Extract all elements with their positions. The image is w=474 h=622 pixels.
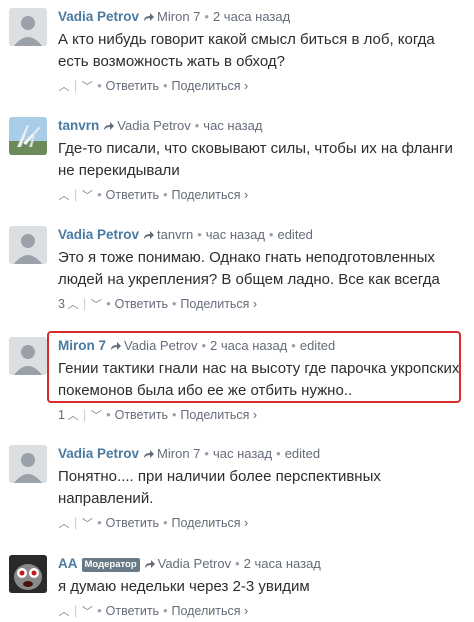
timestamp[interactable]: час назад bbox=[213, 446, 272, 461]
timestamp[interactable]: 2 часа назад bbox=[244, 556, 321, 571]
moderator-badge: Модератор bbox=[81, 558, 140, 572]
comment-text: Где-то писали, что сковывают силы, чтобы… bbox=[58, 140, 453, 179]
timestamp[interactable]: час назад bbox=[206, 227, 265, 242]
edited-label: edited bbox=[277, 227, 313, 242]
user-avatar[interactable] bbox=[9, 226, 47, 264]
comment-text: А кто нибудь говорит какой смысл биться … bbox=[58, 31, 435, 70]
downvote-icon[interactable]: ﹀ bbox=[81, 515, 93, 533]
comment-footer: ︿ | ﹀ • Ответить • Поделиться › bbox=[58, 602, 466, 621]
reply-to-name[interactable]: Vadia Petrov bbox=[158, 556, 231, 571]
user-avatar[interactable] bbox=[9, 445, 47, 483]
user-avatar[interactable] bbox=[9, 8, 47, 46]
downvote-icon[interactable]: ﹀ bbox=[81, 187, 93, 205]
vote-count: 3 bbox=[58, 297, 65, 311]
comment-text: Понятно.... при наличии более перспектив… bbox=[58, 468, 381, 507]
comment-meta: AA Модератор Vadia Petrov • 2 часа назад bbox=[58, 556, 321, 572]
timestamp[interactable]: час назад bbox=[203, 118, 262, 133]
reply-to-name[interactable]: tanvrn bbox=[157, 227, 193, 242]
upvote-icon[interactable]: ︿ bbox=[58, 603, 70, 621]
upvote-icon[interactable]: ︿ bbox=[67, 407, 79, 425]
comment-meta: tanvrn Vadia Petrov • час назад bbox=[58, 118, 263, 133]
author-name[interactable]: Miron 7 bbox=[58, 338, 106, 353]
edited-label: edited bbox=[284, 446, 321, 461]
author-name[interactable]: Vadia Petrov bbox=[58, 227, 139, 242]
author-name[interactable]: Vadia Petrov bbox=[58, 9, 139, 24]
downvote-icon[interactable]: ﹀ bbox=[90, 296, 102, 314]
downvote-icon[interactable]: ﹀ bbox=[81, 603, 93, 621]
reply-to-name[interactable]: Miron 7 bbox=[157, 9, 200, 24]
comment-meta: Vadia Petrov Miron 7 • час назад • edited bbox=[58, 446, 321, 461]
user-avatar[interactable] bbox=[9, 117, 47, 155]
author-name[interactable]: Vadia Petrov bbox=[58, 446, 139, 461]
reply-button[interactable]: Ответить bbox=[106, 188, 159, 202]
user-avatar[interactable] bbox=[9, 555, 47, 593]
downvote-icon[interactable]: ﹀ bbox=[81, 78, 93, 96]
reply-arrow-icon bbox=[104, 122, 115, 130]
share-button[interactable]: Поделиться › bbox=[171, 604, 248, 618]
comment-text: Гении тактики гнали нас на высоту где па… bbox=[58, 360, 460, 399]
comment-meta: Vadia Petrov Miron 7 • 2 часа назад bbox=[58, 9, 291, 24]
edited-label: edited bbox=[299, 338, 336, 353]
vote-count: 1 bbox=[58, 408, 65, 422]
upvote-icon[interactable]: ︿ bbox=[58, 78, 70, 96]
reply-button[interactable]: Ответить bbox=[106, 79, 159, 93]
share-button[interactable]: Поделиться › bbox=[171, 516, 248, 530]
comment-footer: ︿ | ﹀ • Ответить • Поделиться › bbox=[58, 514, 466, 533]
downvote-icon[interactable]: ﹀ bbox=[90, 407, 102, 425]
comment-text: я думаю недельки через 2-3 увидим bbox=[58, 578, 310, 595]
author-name[interactable]: tanvrn bbox=[58, 118, 99, 133]
reply-to-name[interactable]: Miron 7 bbox=[157, 446, 200, 461]
reply-button[interactable]: Ответить bbox=[115, 408, 168, 422]
reply-arrow-icon bbox=[144, 450, 155, 458]
reply-arrow-icon bbox=[144, 560, 155, 568]
reply-button[interactable]: Ответить bbox=[106, 604, 159, 618]
comment-footer: ︿ | ﹀ • Ответить • Поделиться › bbox=[58, 186, 466, 205]
upvote-icon[interactable]: ︿ bbox=[58, 515, 70, 533]
user-avatar[interactable] bbox=[9, 337, 47, 375]
reply-to-name[interactable]: Vadia Petrov bbox=[124, 338, 197, 353]
author-name[interactable]: AA bbox=[58, 556, 78, 571]
comment-footer: 1 ︿ | ﹀ • Ответить • Поделиться › bbox=[58, 406, 466, 425]
reply-arrow-icon bbox=[144, 231, 155, 239]
comment-footer: 3 ︿ | ﹀ • Ответить • Поделиться › bbox=[58, 295, 466, 314]
comment-text: Это я тоже понимаю. Однако гнать неподго… bbox=[58, 249, 440, 288]
upvote-icon[interactable]: ︿ bbox=[67, 296, 79, 314]
timestamp[interactable]: 2 часа назад bbox=[210, 338, 287, 353]
upvote-icon[interactable]: ︿ bbox=[58, 187, 70, 205]
comment-footer: ︿ | ﹀ • Ответить • Поделиться › bbox=[58, 77, 466, 96]
reply-button[interactable]: Ответить bbox=[115, 297, 168, 311]
timestamp[interactable]: 2 часа назад bbox=[213, 9, 290, 24]
comment-meta: Vadia Petrov tanvrn • час назад • edited bbox=[58, 227, 313, 242]
reply-arrow-icon bbox=[144, 13, 155, 21]
share-button[interactable]: Поделиться › bbox=[180, 297, 257, 311]
comment-meta: Miron 7 Vadia Petrov • 2 часа назад • edited bbox=[58, 338, 336, 353]
reply-arrow-icon bbox=[111, 342, 122, 350]
reply-button[interactable]: Ответить bbox=[106, 516, 159, 530]
reply-to-name[interactable]: Vadia Petrov bbox=[117, 118, 190, 133]
share-button[interactable]: Поделиться › bbox=[171, 79, 248, 93]
share-button[interactable]: Поделиться › bbox=[180, 408, 257, 422]
share-button[interactable]: Поделиться › bbox=[171, 188, 248, 202]
